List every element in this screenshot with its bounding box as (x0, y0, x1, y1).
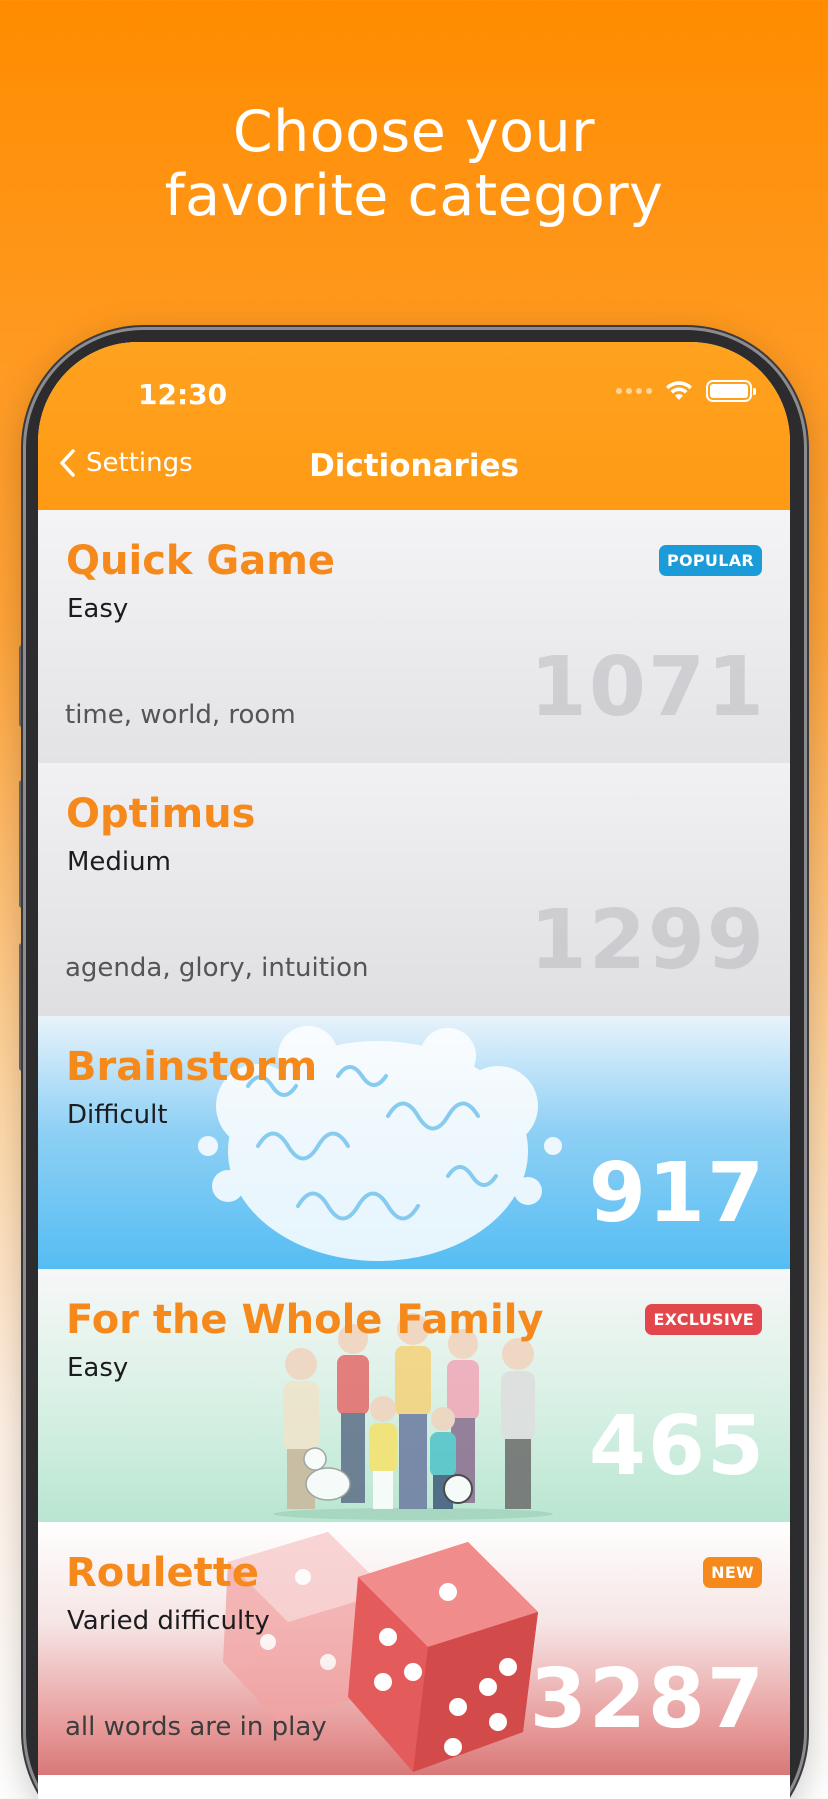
popular-badge: POPULAR (658, 545, 762, 576)
category-word-count: 1071 (529, 640, 766, 735)
category-list: Quick Game Easy time, world, room 1071 P… (38, 510, 790, 1775)
page-title: Dictionaries (309, 448, 519, 484)
navigation-bar: 12:30 Settings Dictionaries (38, 342, 790, 510)
phone-volume-down-button (19, 943, 26, 1071)
headline-line-2: favorite category (164, 163, 664, 229)
category-sample-words: all words are in play (65, 1712, 327, 1742)
status-time: 12:30 (138, 378, 228, 411)
category-difficulty: Difficult (67, 1100, 168, 1130)
signal-dots-icon (616, 388, 652, 394)
category-word-count: 465 (588, 1399, 766, 1494)
category-word-count: 3287 (529, 1652, 766, 1747)
phone-screen: 12:30 Settings Dictionaries Quick Game E… (38, 342, 790, 1799)
headline-line-1: Choose your (232, 99, 596, 165)
category-word-count: 917 (588, 1146, 766, 1241)
category-sample-words: agenda, glory, intuition (65, 953, 369, 983)
category-name: For the Whole Family (66, 1297, 544, 1343)
category-sample-words: time, world, room (65, 700, 296, 730)
category-card-optimus[interactable]: Optimus Medium agenda, glory, intuition … (38, 763, 790, 1016)
category-difficulty: Varied difficulty (67, 1606, 270, 1636)
category-name: Brainstorm (66, 1044, 318, 1090)
exclusive-badge: EXCLUSIVE (645, 1304, 762, 1335)
category-difficulty: Easy (67, 594, 129, 624)
category-card-roulette[interactable]: Roulette Varied difficulty all words are… (38, 1522, 790, 1775)
phone-silent-switch (19, 645, 26, 727)
category-name: Optimus (66, 791, 256, 837)
category-card-quick-game[interactable]: Quick Game Easy time, world, room 1071 P… (38, 510, 790, 763)
category-word-count: 1299 (529, 893, 766, 988)
category-difficulty: Medium (67, 847, 171, 877)
new-badge: NEW (703, 1557, 762, 1588)
category-name: Roulette (66, 1550, 259, 1596)
promo-headline: Choose your favorite category (0, 100, 828, 228)
category-difficulty: Easy (67, 1353, 129, 1383)
battery-icon (706, 380, 756, 402)
phone-volume-up-button (19, 780, 26, 908)
category-card-brainstorm[interactable]: Brainstorm Difficult 917 (38, 1016, 790, 1269)
category-card-whole-family[interactable]: For the Whole Family Easy 465 EXCLUSIVE (38, 1269, 790, 1522)
category-name: Quick Game (66, 538, 336, 584)
status-indicators (616, 380, 756, 402)
wifi-icon (666, 381, 692, 400)
